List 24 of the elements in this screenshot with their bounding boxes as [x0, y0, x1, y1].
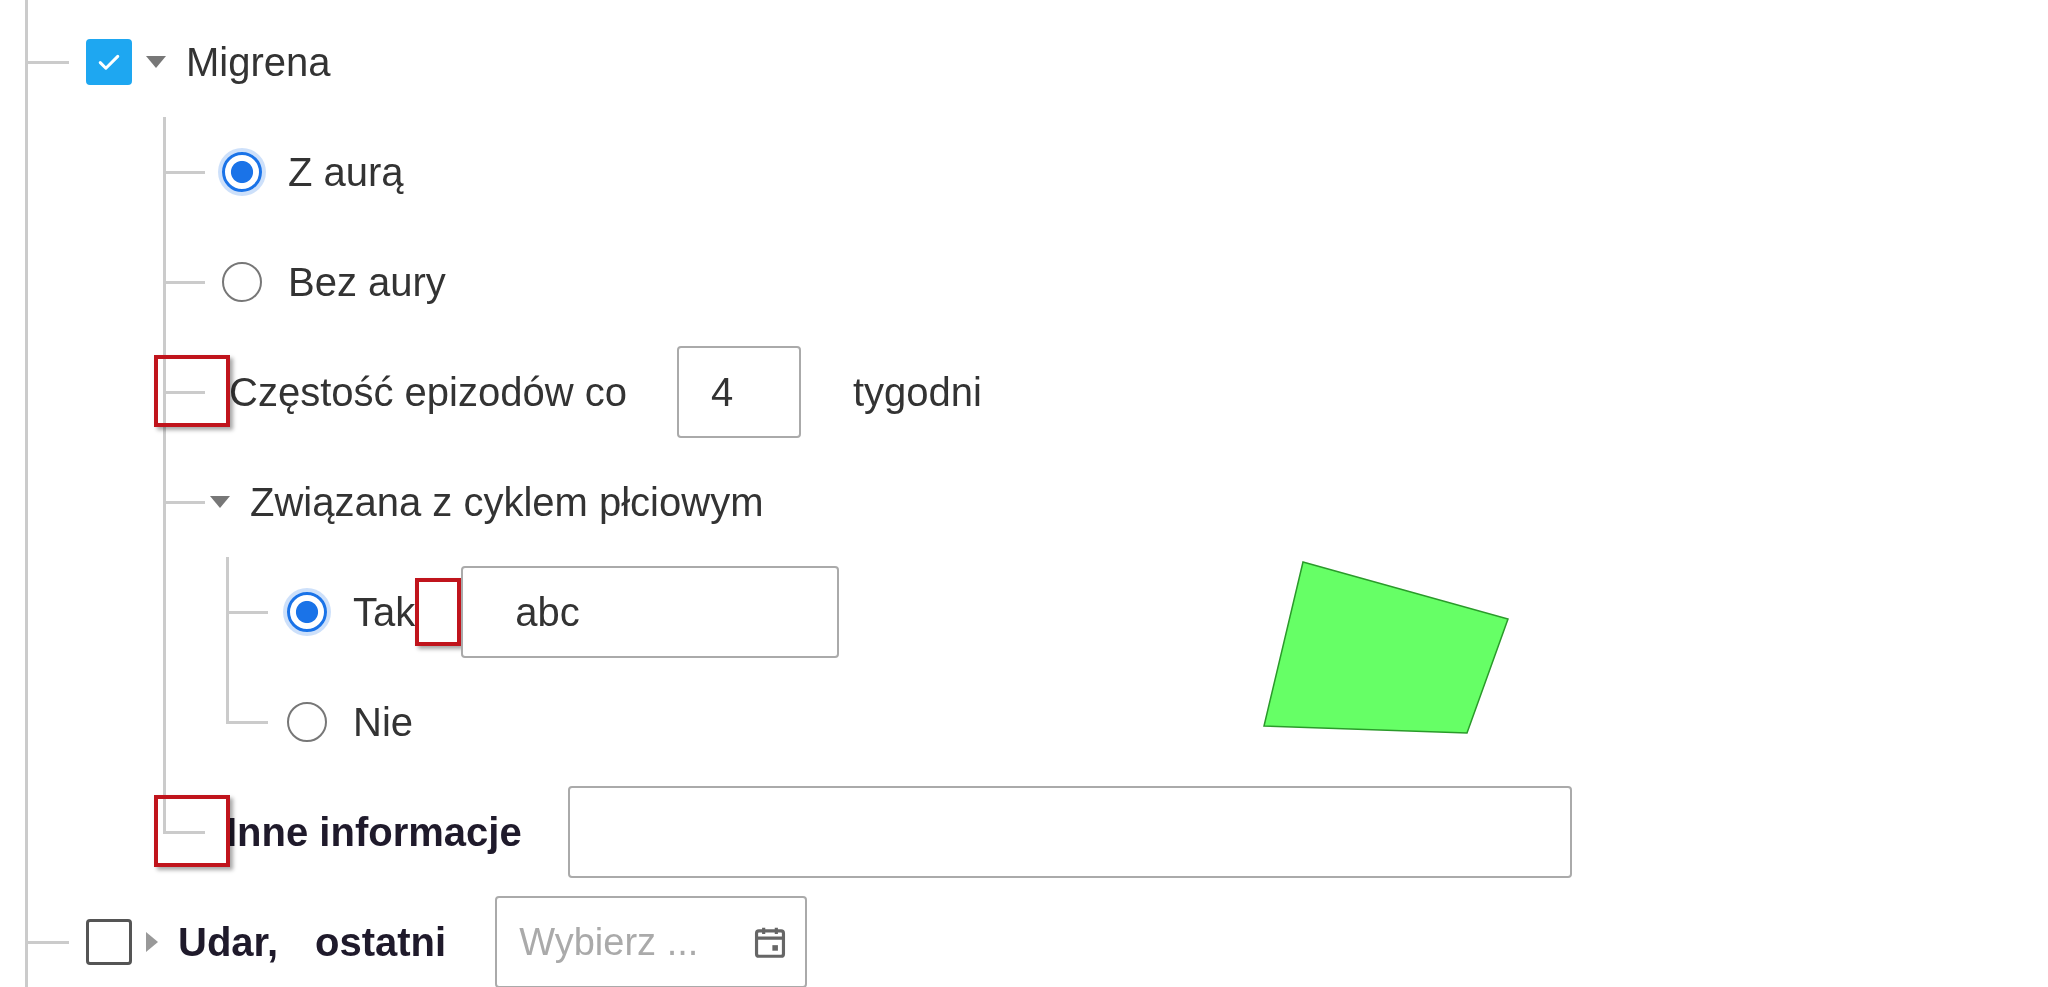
option-label: Z aurą: [288, 149, 404, 195]
tree-item-label: Udar,: [178, 919, 279, 965]
number-field[interactable]: 4: [676, 346, 801, 438]
radio-button[interactable]: [222, 262, 262, 302]
radio-button[interactable]: [287, 592, 327, 632]
field-label: Częstość epizodów co: [229, 369, 627, 415]
date-field[interactable]: Wybierz ...: [495, 896, 808, 987]
group-label: Związana z cyklem płciowym: [250, 479, 764, 525]
radio-button[interactable]: [222, 152, 262, 192]
option-label: Tak: [353, 589, 416, 635]
caret-icon[interactable]: [210, 496, 230, 508]
checkbox[interactable]: [86, 919, 132, 965]
option-label: Nie: [353, 699, 414, 745]
checkbox[interactable]: [86, 39, 132, 85]
caret-icon[interactable]: [146, 932, 158, 952]
radio-button[interactable]: [287, 702, 327, 742]
unit-label: tygodni: [852, 369, 982, 415]
option-label: Bez aury: [288, 259, 446, 305]
tree-item-label: ostatni: [315, 919, 447, 965]
text-field[interactable]: abc: [461, 566, 840, 658]
tree-item-label: Migrena: [186, 39, 331, 85]
caret-icon[interactable]: [146, 56, 166, 68]
text-field[interactable]: [567, 786, 1572, 878]
field-label: Inne informacje: [226, 809, 522, 855]
